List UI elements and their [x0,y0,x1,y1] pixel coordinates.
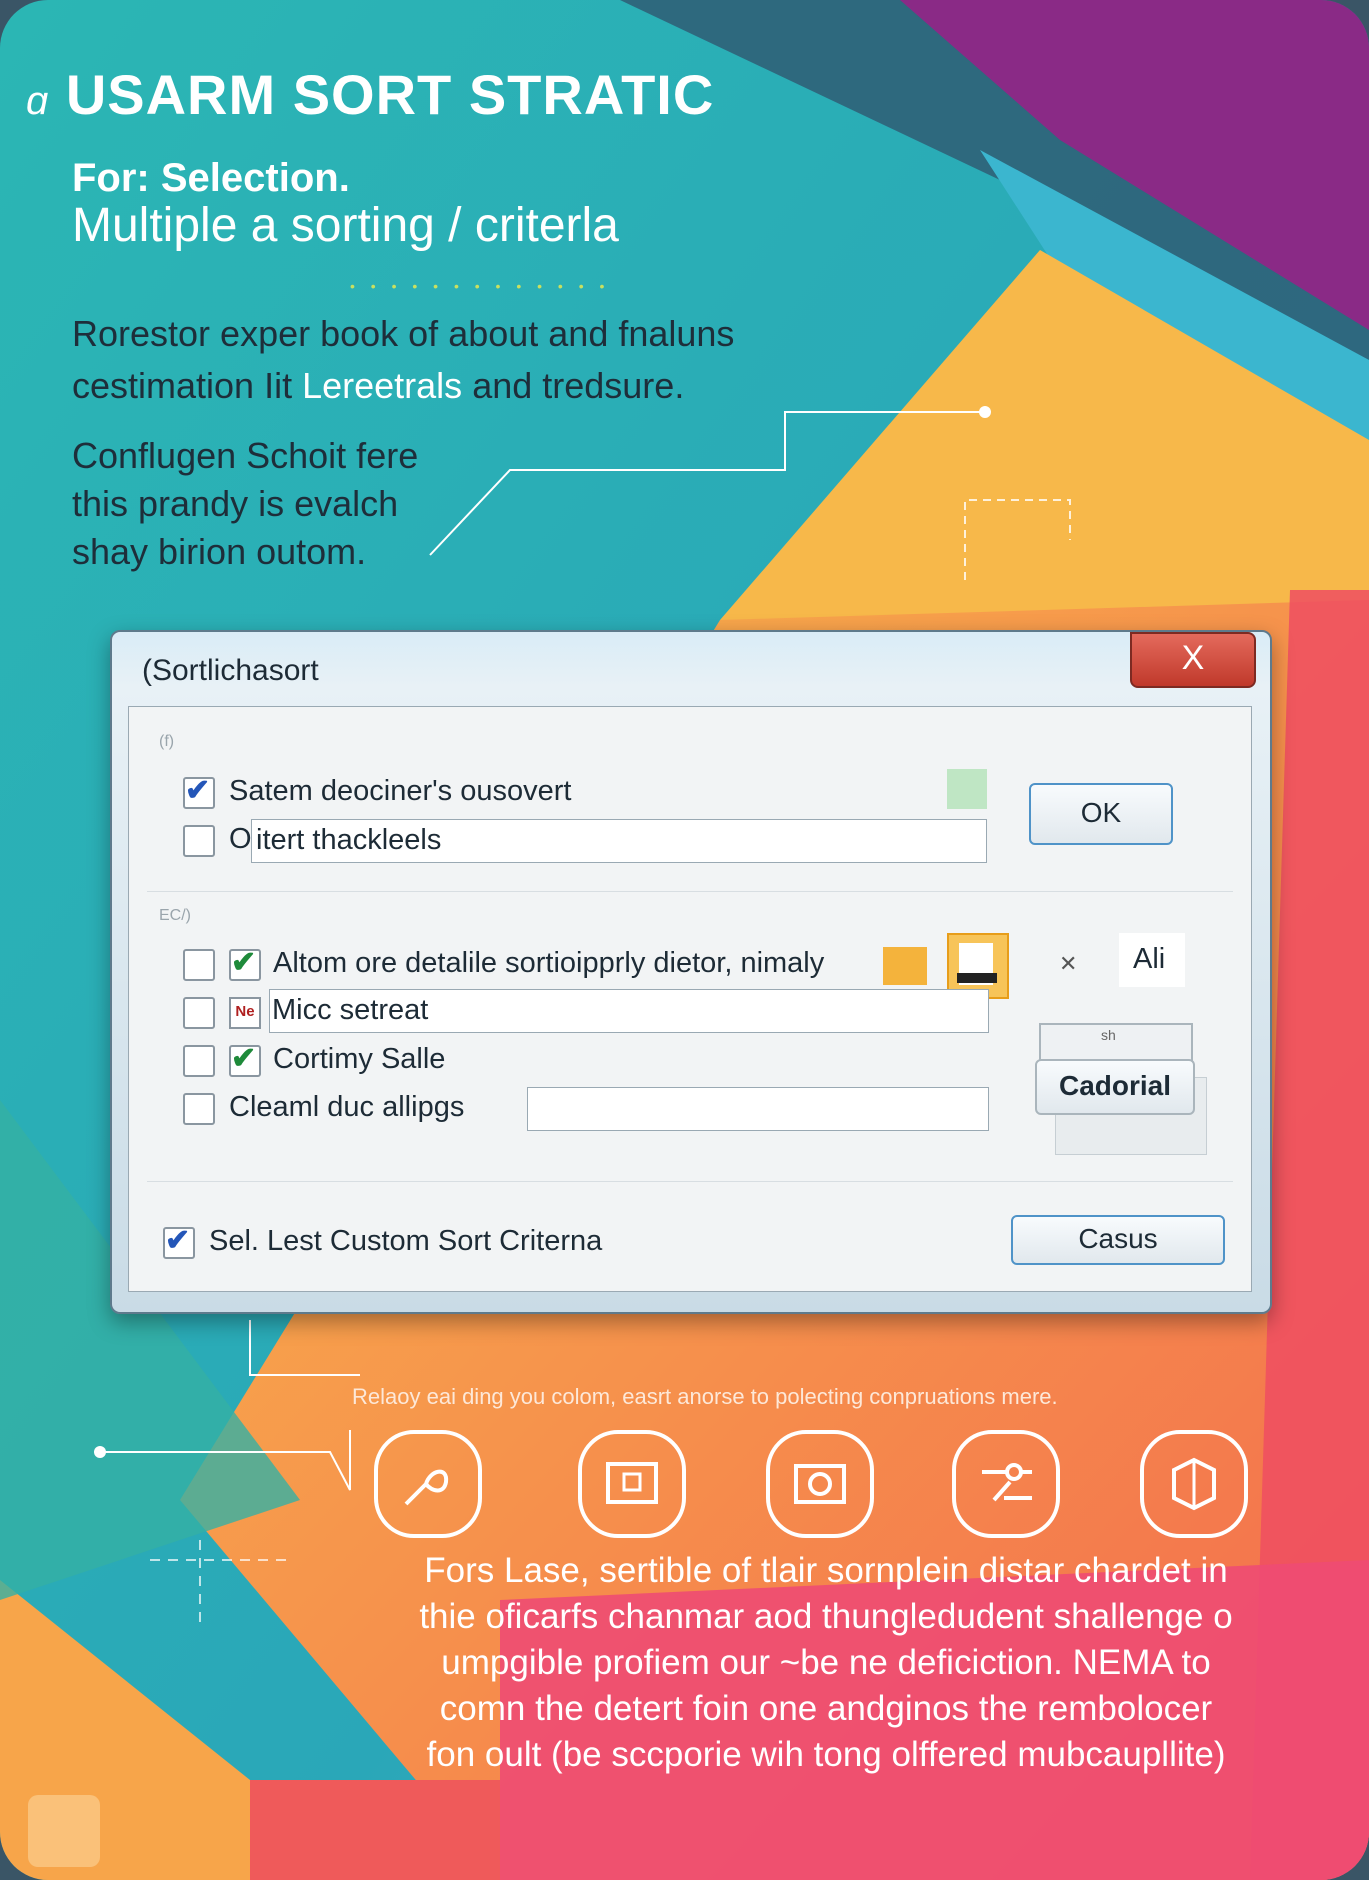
row2-checkbox[interactable] [183,825,215,857]
divider [147,891,1233,892]
cadorial-button[interactable]: Cadorial [1035,1059,1195,1115]
hand-pointer-icon [374,1430,482,1538]
row6-checkbox[interactable] [183,1093,215,1125]
intro-paragraph: Rorestor exper book of about and fnaluns… [72,308,892,412]
config-paragraph: Conflugen Schoit fere this prandy is eva… [72,432,512,576]
closing-line-3: umpgible profiem our ~be ne deficiction.… [441,1643,1211,1682]
folder-icon[interactable] [883,947,927,985]
ok-button[interactable]: OK [1029,783,1173,845]
custom-sort-checkbox[interactable]: ✔ [163,1224,195,1259]
custom-sort-label: Sel. Lest Custom Sort Criterna [209,1225,603,1257]
network-icon [952,1430,1060,1538]
closing-line-4: comn the detert foin one andginos the re… [439,1689,1213,1728]
config-line-1: Conflugen Schoit fere [72,435,419,476]
package-icon [1140,1430,1248,1538]
ali-button[interactable]: Ali [1119,933,1185,987]
row5-label: Cortimy Salle [273,1043,446,1075]
config-line-2: this prandy is evalch [72,483,399,524]
closing-line-5: fon oult (be sccporie wih tong olffered … [426,1735,1226,1774]
row3-label: Altom ore detalile sortioipprly dietor, … [273,947,825,979]
close-button[interactable]: X [1130,632,1256,688]
group-label-2: EC/) [159,907,191,924]
closing-paragraph: Fors Lase, sertible of tlair sornplein d… [326,1548,1326,1778]
poster: ɑ USARM SORT STRATIC For: Selection. Mul… [0,0,1369,1880]
row2-input[interactable]: itert thackleels [251,819,987,863]
row4-checkbox-a[interactable] [183,997,215,1029]
divider-bottom [147,1181,1233,1182]
row1-checkbox[interactable]: ✔ [183,774,215,809]
dotted-divider: • • • • • • • • • • • • • [350,278,611,294]
row6-input[interactable] [527,1087,989,1131]
row3-checkbox-b[interactable]: ✔ [229,946,261,981]
gear-film-icon [766,1430,874,1538]
dialog-title: (Sortlichasort [142,654,319,687]
intro-line-1: Rorestor exper book of about and fnaluns [72,313,735,354]
row5-checkbox-b[interactable]: ✔ [229,1042,261,1077]
clear-icon[interactable]: ✕ [1059,951,1077,977]
casus-button[interactable]: Casus [1011,1215,1225,1265]
closing-line-1: Fors Lase, sertible of tlair sornplein d… [424,1551,1228,1590]
book-icon [578,1430,686,1538]
group-label-1: (f) [159,733,175,750]
row1-label: Satem deociner's ousovert [229,775,572,807]
row4-checkbox-b[interactable]: Ne [229,997,261,1029]
closing-line-2: thie oficarfs chanmar aod thungledudent … [419,1597,1233,1636]
poster-title: ɑ USARM SORT STRATIC [26,63,715,126]
row6-label: Cleaml duc allipgs [229,1091,465,1123]
sort-dialog: (Sortlichasort X (f) ✔ Satem deociner's … [110,630,1272,1314]
caption-text: Relaoy eai ding you colom, easrt anorse … [352,1384,1058,1409]
poster-subtitle-2: Multiple a sorting / criterla [72,199,619,252]
row2-prefix: O [229,823,252,855]
row5-checkbox-a[interactable] [183,1045,215,1077]
poster-subtitle: For: Selection. [72,156,350,200]
row4-input[interactable]: Micc setreat [269,989,989,1033]
row3-checkbox-a[interactable] [183,949,215,981]
intro-line-2: cestimation Iit Lereetrals and tredsure. [72,365,685,406]
dialog-body: (f) ✔ Satem deociner's ousovert O itert … [128,706,1252,1292]
status-swatch [947,769,987,809]
config-line-3: shay birion outom. [72,531,367,572]
